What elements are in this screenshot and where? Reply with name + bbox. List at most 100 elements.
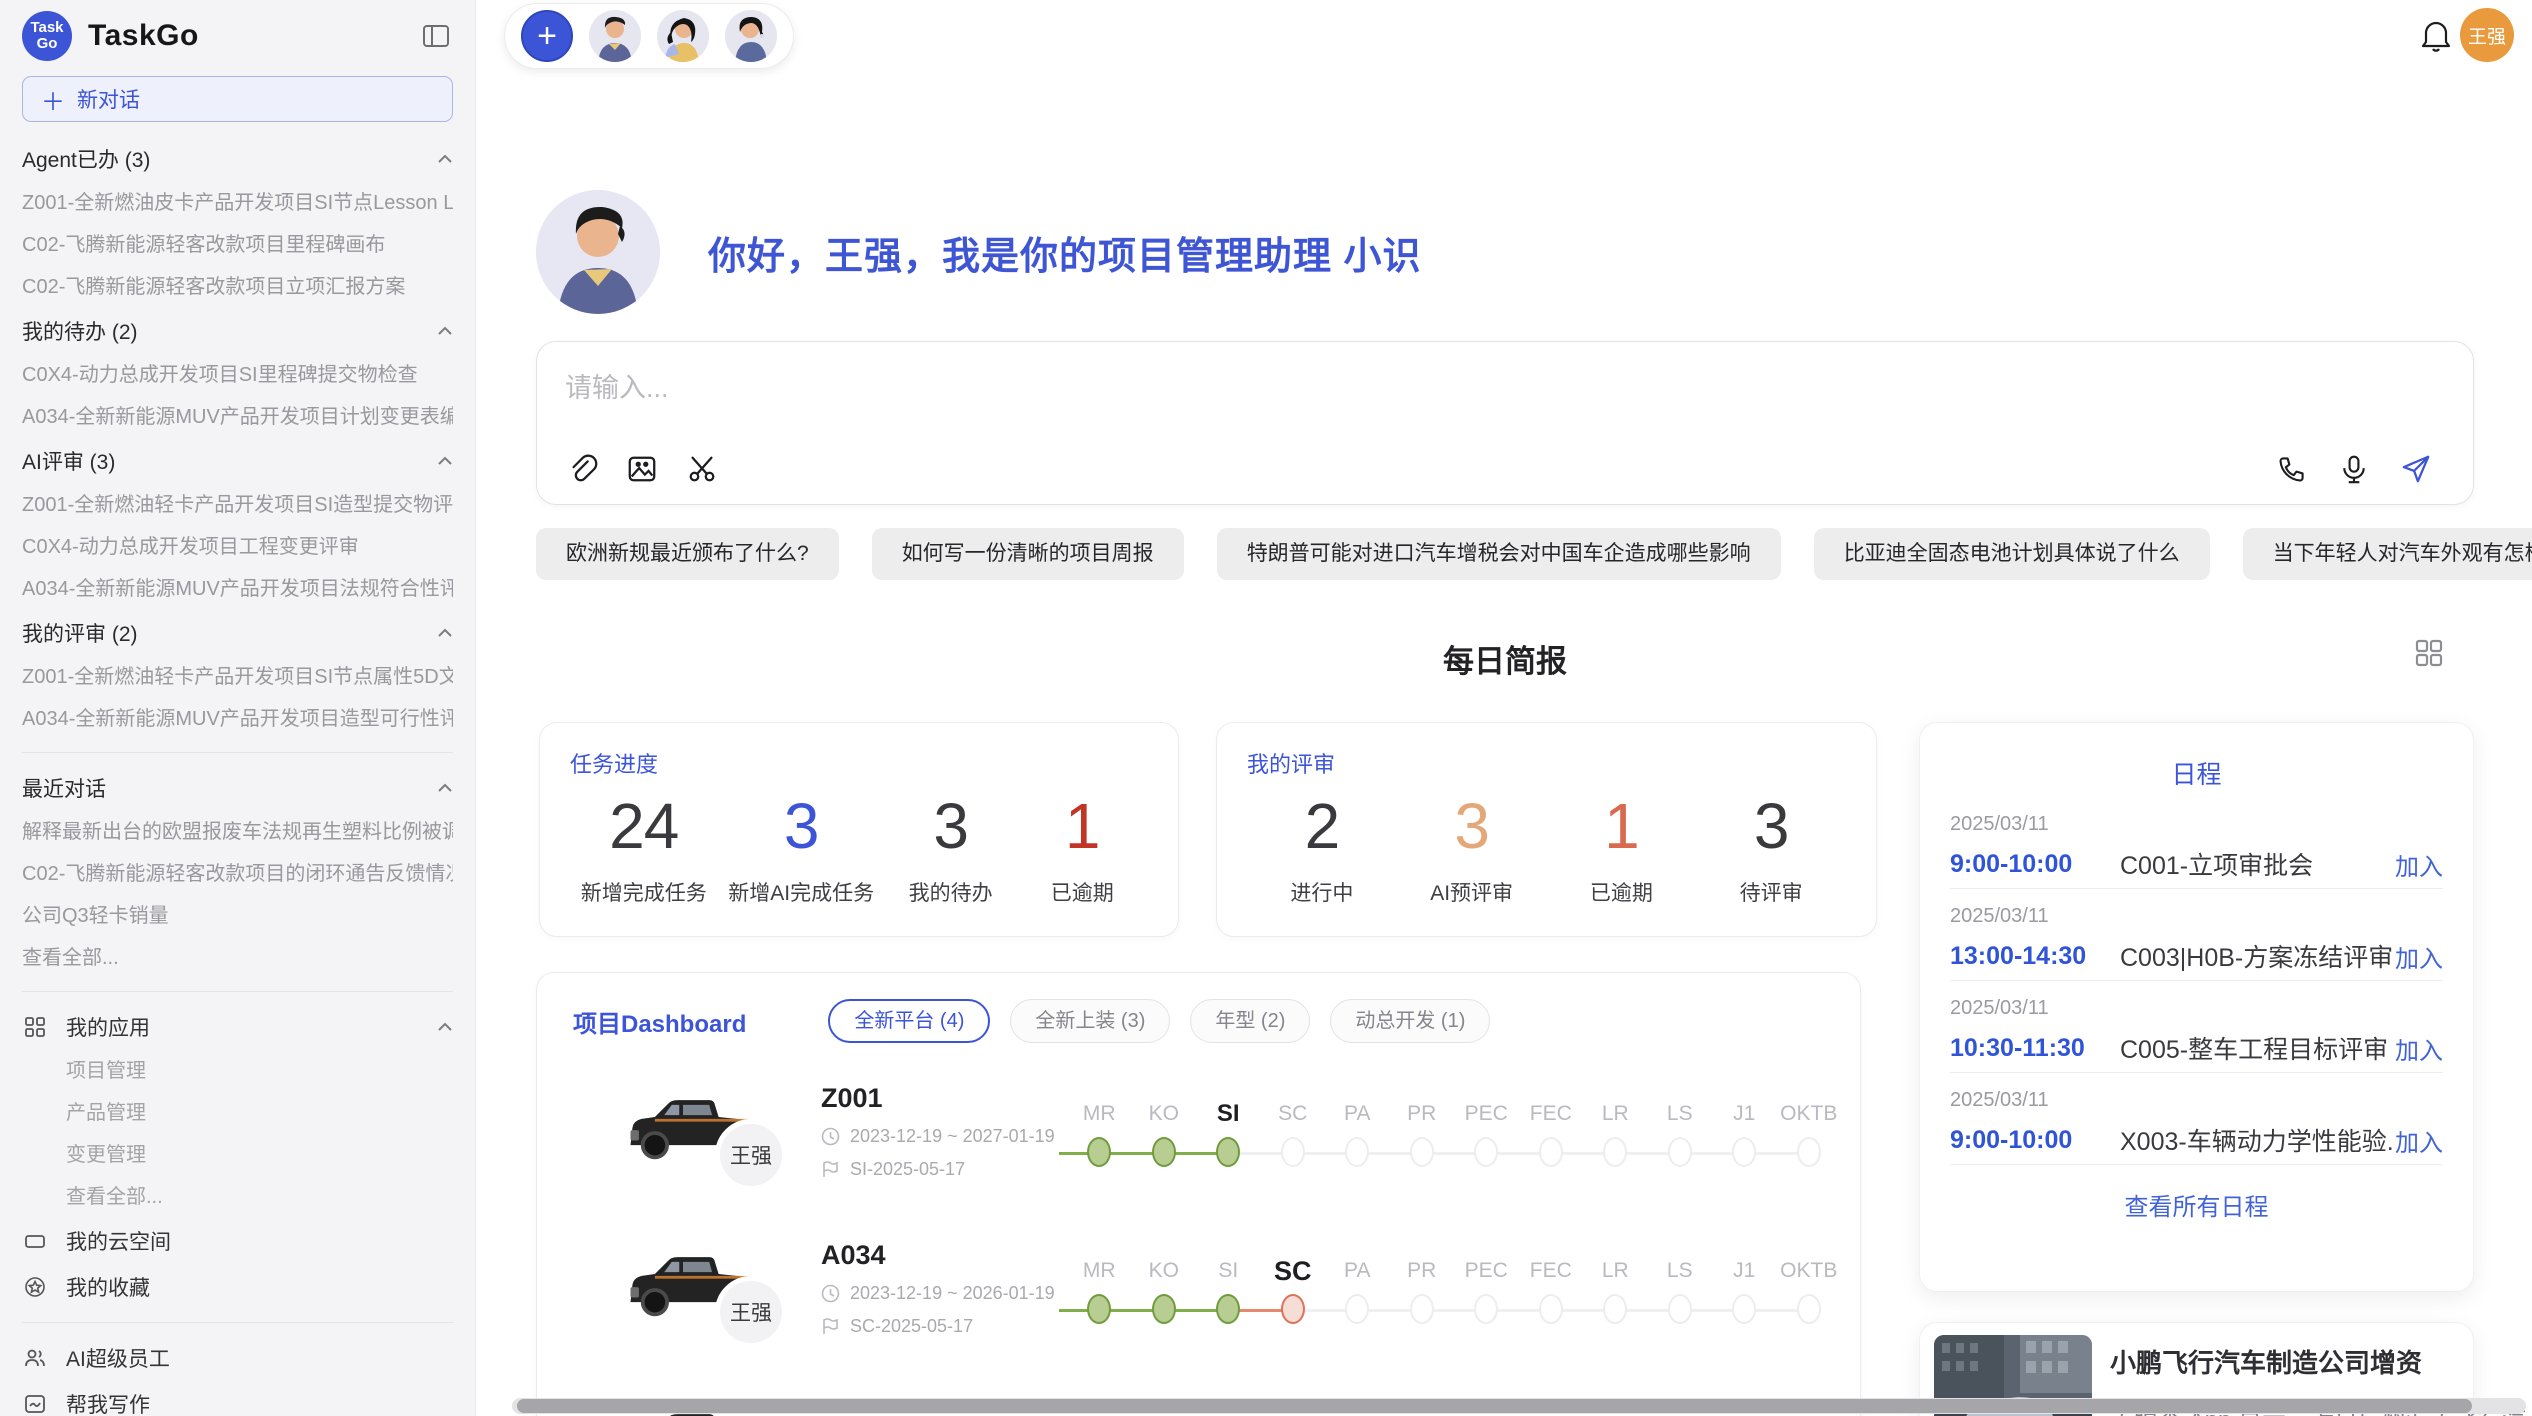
suggestion-chip[interactable]: 特朗普可能对进口汽车增税会对中国车企造成哪些影响: [1217, 528, 1781, 580]
chevron-up-icon[interactable]: [437, 456, 453, 466]
new-chat-button[interactable]: ＋ 新对话: [22, 76, 453, 122]
sidebar-item-favorites[interactable]: 我的收藏: [22, 1264, 453, 1310]
app-sub-item[interactable]: 变更管理: [22, 1134, 453, 1176]
section-header[interactable]: Agent已办 (3): [22, 136, 453, 182]
suggestion-chip[interactable]: 欧洲新规最近颁布了什么?: [536, 528, 839, 580]
send-icon[interactable]: [2399, 452, 2433, 486]
sidebar-item-ai-super-staff[interactable]: AI超级员工: [22, 1335, 453, 1381]
join-button[interactable]: 加入: [2395, 1123, 2443, 1158]
milestone: PEC: [1454, 1411, 1519, 1416]
milestone-timeline: MRKOSISCPAPRPECFECLRLSJ1OKTB: [1067, 1254, 1857, 1324]
my-review-stats: 2进行中3AI预评审1已逾期3待评审: [1247, 789, 1846, 907]
suggestion-chip[interactable]: 如何写一份清晰的项目周报: [872, 528, 1184, 580]
agent-avatar-1[interactable]: [589, 10, 641, 62]
project-dashboard-card: 项目Dashboard 全新平台 (4)全新上装 (3)年型 (2)动总开发 (…: [536, 972, 1861, 1416]
app-sub-item[interactable]: 项目管理: [22, 1050, 453, 1092]
conversation-item[interactable]: A034-全新新能源MUV产品开发项目法规符合性评审: [22, 568, 453, 610]
chat-input-placeholder: 请输入...: [565, 366, 2445, 405]
image-upload-icon[interactable]: [625, 452, 659, 486]
conversation-item[interactable]: C02-飞腾新能源轻客改款项目的闭环通告反馈情况: [22, 853, 453, 895]
project-flag: SI-2025-05-17: [821, 1159, 1067, 1180]
suggestion-chip[interactable]: 比亚迪全固态电池计划具体说了什么: [1814, 528, 2210, 580]
join-button[interactable]: 加入: [2395, 1031, 2443, 1066]
milestone: FEC: [1519, 1097, 1584, 1167]
conversation-item[interactable]: C0X4-动力总成开发项目SI里程碑提交物检查: [22, 354, 453, 396]
schedule-event: 2025/03/119:00-10:00X003-车辆动力学性能验...加入: [1950, 1073, 2443, 1165]
dashboard-tabs: 全新平台 (4) 全新上装 (3) 年型 (2) 动总开发 (1): [828, 999, 1490, 1043]
chevron-up-icon[interactable]: [437, 326, 453, 336]
conversation-item[interactable]: 解释最新出台的欧盟报废车法规再生塑料比例被调至15%...: [22, 811, 453, 853]
join-button[interactable]: 加入: [2395, 939, 2443, 974]
dashboard-tab[interactable]: 全新上装 (3): [1010, 999, 1170, 1043]
conversation-item[interactable]: A034-全新新能源MUV产品开发项目计划变更表编写: [22, 396, 453, 438]
sidebar-scroll-area: Agent已办 (3)Z001-全新燃油皮卡产品开发项目SI节点Lesson L…: [22, 136, 453, 1416]
view-all-schedule-link[interactable]: 查看所有日程: [1950, 1187, 2443, 1222]
chevron-up-icon[interactable]: [437, 154, 453, 164]
flag-icon: [821, 1317, 840, 1336]
milestone: PR: [1390, 1097, 1455, 1167]
conversation-item[interactable]: C02-飞腾新能源轻客改款项目立项汇报方案: [22, 266, 453, 308]
suggestion-chip[interactable]: 当下年轻人对汽车外观有怎样的喜好趋势: [2243, 528, 2532, 580]
milestone: LS: [1648, 1097, 1713, 1167]
stat-label: 待评审: [1716, 877, 1826, 907]
milestone: MR: [1067, 1097, 1132, 1167]
milestone: SC: [1261, 1254, 1326, 1324]
milestone: PA: [1325, 1411, 1390, 1416]
conversation-item[interactable]: C02-飞腾新能源轻客改款项目里程碑画布: [22, 224, 453, 266]
layout-grid-icon[interactable]: [2414, 638, 2444, 668]
milestone-label: LR: [1583, 1097, 1648, 1131]
sidebar-collapse-icon[interactable]: [419, 19, 453, 53]
section-header[interactable]: AI评审 (3): [22, 438, 453, 484]
notification-bell-icon[interactable]: [2420, 18, 2452, 52]
clock-icon: [821, 1127, 840, 1146]
milestone-label: FEC: [1519, 1411, 1584, 1416]
sidebar-item-my-apps[interactable]: 我的应用: [22, 1004, 453, 1050]
section-header[interactable]: 我的评审 (2): [22, 610, 453, 656]
conversation-item[interactable]: Z001-全新燃油皮卡产品开发项目SI节点Lesson Learn报告: [22, 182, 453, 224]
section-header[interactable]: 我的待办 (2): [22, 308, 453, 354]
conversation-item[interactable]: Z001-全新燃油轻卡产品开发项目SI节点属性5D文件评审: [22, 656, 453, 698]
chat-input-box[interactable]: 请输入...: [536, 341, 2474, 505]
sidebar-item-label: 帮我写作: [66, 1389, 150, 1416]
voice-call-icon[interactable]: [2275, 452, 2309, 486]
app-sub-item[interactable]: 产品管理: [22, 1092, 453, 1134]
milestone-label: SC: [1261, 1097, 1326, 1131]
stat-item: 2进行中: [1267, 789, 1377, 907]
sidebar-item-help-me-write[interactable]: 帮我写作: [22, 1381, 453, 1416]
milestone-node: [1152, 1137, 1176, 1167]
table-row: 王强Z0012023-12-19 ~ 2027-01-19SI-2025-05-…: [537, 1053, 1860, 1210]
conversation-item[interactable]: 查看全部...: [22, 937, 453, 979]
conversation-item[interactable]: 公司Q3轻卡销量: [22, 895, 453, 937]
milestone-label: MR: [1067, 1411, 1132, 1416]
milestone-label: SI: [1196, 1097, 1261, 1131]
dashboard-tab[interactable]: 全新平台 (4): [828, 999, 990, 1043]
chevron-up-icon[interactable]: [437, 783, 453, 793]
app-sub-item[interactable]: 查看全部...: [22, 1176, 453, 1218]
screenshot-scissors-icon[interactable]: [685, 452, 719, 486]
milestone-label: PA: [1325, 1097, 1390, 1131]
conversation-item[interactable]: C0X4-动力总成开发项目工程变更评审: [22, 526, 453, 568]
add-agent-button[interactable]: +: [521, 10, 573, 62]
microphone-icon[interactable]: [2337, 452, 2371, 486]
conversation-item[interactable]: Z001-全新燃油轻卡产品开发项目SI造型提交物评审: [22, 484, 453, 526]
section-header[interactable]: 最近对话: [22, 765, 453, 811]
project-flag-text: SC-2025-05-17: [850, 1316, 973, 1337]
dashboard-tab[interactable]: 动总开发 (1): [1330, 999, 1490, 1043]
chevron-up-icon[interactable]: [437, 628, 453, 638]
user-avatar[interactable]: 王强: [2460, 8, 2514, 62]
agent-avatar-2[interactable]: [657, 10, 709, 62]
attach-file-icon[interactable]: [565, 452, 599, 486]
agent-avatar-3[interactable]: [725, 10, 777, 62]
milestone-label: PEC: [1454, 1411, 1519, 1416]
chevron-up-icon[interactable]: [437, 1022, 453, 1032]
milestone-columns: MRKOSISCPAPRPECFECLRLSJ1OKTB: [1067, 1411, 1857, 1416]
dashboard-tab[interactable]: 年型 (2): [1190, 999, 1310, 1043]
join-button[interactable]: 加入: [2395, 847, 2443, 882]
conversation-item[interactable]: A034-全新新能源MUV产品开发项目造型可行性评审: [22, 698, 453, 740]
milestone: FEC: [1519, 1254, 1584, 1324]
milestone: OKTB: [1777, 1097, 1842, 1167]
milestone-node: [1668, 1137, 1692, 1167]
sidebar-item-cloud-space[interactable]: 我的云空间: [22, 1218, 453, 1264]
milestone-label: LS: [1648, 1411, 1713, 1416]
task-progress-stats: 24新增完成任务3新增AI完成任务3我的待办1已逾期: [570, 789, 1148, 907]
